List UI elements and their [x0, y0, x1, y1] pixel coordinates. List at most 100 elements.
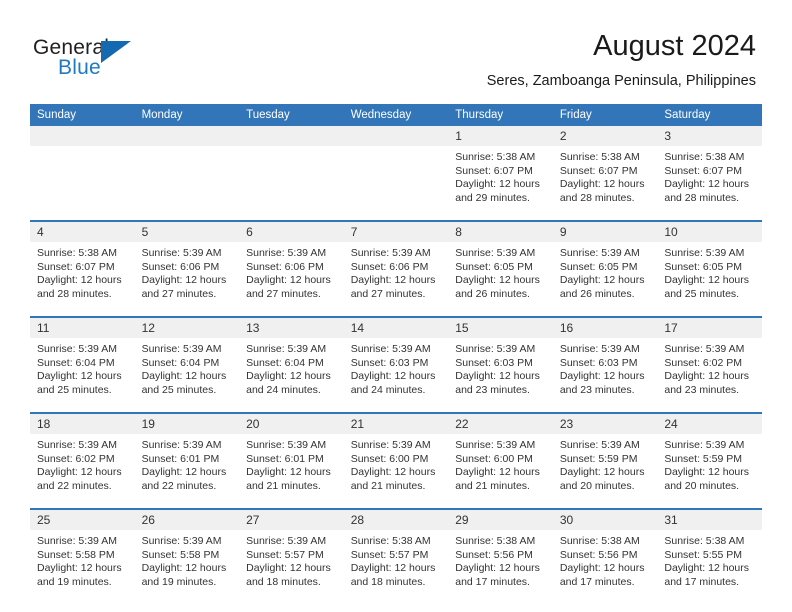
- weekday-header-thursday: Thursday: [448, 104, 553, 126]
- calendar-page: General Blue August 2024 Seres, Zamboang…: [0, 0, 792, 612]
- calendar-cell-day[interactable]: 4 Sunrise: 5:38 AM Sunset: 6:07 PM Daylight…: [30, 220, 135, 316]
- calendar-cell-day[interactable]: 29 Sunrise: 5:38 AM Sunset: 5:56 PM Dayligh…: [448, 508, 553, 604]
- calendar-cell-day[interactable]: 23 Sunrise: 5:39 AM Sunset: 5:59 PM Dayligh…: [552, 412, 658, 508]
- daylight-text-line2: and 21 minutes.: [455, 479, 530, 492]
- daylight-text-line1: Daylight: 12 hours: [246, 370, 331, 383]
- calendar-week-row: 4 Sunrise: 5:38 AM Sunset: 6:07 PM Daylight…: [30, 220, 762, 316]
- day-details: Sunrise: 5:39 AM Sunset: 6:00 PM Daylight:…: [344, 434, 449, 508]
- daylight-text-line2: and 21 minutes.: [246, 479, 321, 492]
- day-number: 2: [552, 126, 658, 146]
- calendar-cell-day[interactable]: 8 Sunrise: 5:39 AM Sunset: 6:05 PM Daylight…: [448, 220, 553, 316]
- day-number: 8: [448, 220, 553, 242]
- day-details: Sunrise: 5:38 AM Sunset: 6:07 PM Daylight:…: [553, 146, 658, 220]
- sunrise-text: Sunrise: 5:39 AM: [455, 247, 536, 259]
- day-details: Sunrise: 5:39 AM Sunset: 6:06 PM Daylight:…: [135, 242, 240, 316]
- calendar-cell-day[interactable]: 31 Sunrise: 5:38 AM Sunset: 5:55 PM Dayligh…: [657, 508, 762, 604]
- sunset-text: Sunset: 6:07 PM: [37, 260, 115, 273]
- sunrise-text: Sunrise: 5:38 AM: [559, 151, 640, 163]
- calendar-week-row: 1 Sunrise: 5:38 AM Sunset: 6:07 PM Daylight…: [30, 126, 762, 220]
- calendar-cell-day[interactable]: 9 Sunrise: 5:39 AM Sunset: 6:05 PM Daylight…: [552, 220, 658, 316]
- calendar-cell-day[interactable]: 2 Sunrise: 5:38 AM Sunset: 6:07 PM Daylight…: [552, 126, 658, 220]
- calendar-cell-day[interactable]: 17 Sunrise: 5:39 AM Sunset: 6:02 PM Dayligh…: [657, 316, 762, 412]
- daylight-text-line1: Daylight: 12 hours: [664, 466, 750, 479]
- day-number: 10: [657, 220, 762, 242]
- day-number: 27: [239, 508, 344, 530]
- day-number: 23: [552, 412, 658, 434]
- day-details: Sunrise: 5:38 AM Sunset: 5:56 PM Daylight:…: [553, 530, 658, 604]
- calendar-cell-day[interactable]: 27 Sunrise: 5:39 AM Sunset: 5:57 PM Dayligh…: [239, 508, 344, 604]
- calendar-cell-day[interactable]: 28 Sunrise: 5:38 AM Sunset: 5:57 PM Dayligh…: [343, 508, 449, 604]
- sunrise-text: Sunrise: 5:39 AM: [141, 535, 222, 547]
- sunrise-text: Sunrise: 5:39 AM: [559, 247, 640, 259]
- sunset-text: Sunset: 6:00 PM: [455, 452, 533, 465]
- calendar-cell-day[interactable]: 10 Sunrise: 5:39 AM Sunset: 6:05 PM Dayligh…: [657, 220, 762, 316]
- day-number: 26: [134, 508, 240, 530]
- calendar-cell-day[interactable]: 11 Sunrise: 5:39 AM Sunset: 6:04 PM Dayligh…: [30, 316, 135, 412]
- sunset-text: Sunset: 6:00 PM: [350, 452, 429, 465]
- calendar-cell-day[interactable]: 19 Sunrise: 5:39 AM Sunset: 6:01 PM Dayligh…: [134, 412, 240, 508]
- sunset-text: Sunset: 6:07 PM: [664, 164, 743, 177]
- calendar-week-row: 11 Sunrise: 5:39 AM Sunset: 6:04 PM Dayligh…: [30, 316, 762, 412]
- day-details: [239, 146, 344, 220]
- calendar-cell-day[interactable]: 20 Sunrise: 5:39 AM Sunset: 6:01 PM Dayligh…: [239, 412, 344, 508]
- calendar-cell-day[interactable]: 25 Sunrise: 5:39 AM Sunset: 5:58 PM Dayligh…: [30, 508, 135, 604]
- calendar-cell-day[interactable]: 30 Sunrise: 5:38 AM Sunset: 5:56 PM Dayligh…: [552, 508, 658, 604]
- day-number: 28: [343, 508, 449, 530]
- day-details: Sunrise: 5:39 AM Sunset: 6:03 PM Daylight:…: [553, 338, 658, 412]
- calendar-cell-day[interactable]: 18 Sunrise: 5:39 AM Sunset: 6:02 PM Dayligh…: [30, 412, 135, 508]
- calendar-cell-empty: [343, 126, 449, 220]
- day-details: Sunrise: 5:39 AM Sunset: 5:59 PM Daylight:…: [553, 434, 658, 508]
- daylight-text-line1: Daylight: 12 hours: [350, 466, 436, 479]
- daylight-text-line1: Daylight: 12 hours: [455, 370, 540, 383]
- weekday-header-wednesday: Wednesday: [343, 104, 449, 126]
- sunset-text: Sunset: 6:02 PM: [664, 356, 743, 369]
- sunset-text: Sunset: 5:59 PM: [664, 452, 743, 465]
- calendar-cell-day[interactable]: 5 Sunrise: 5:39 AM Sunset: 6:06 PM Daylight…: [134, 220, 240, 316]
- day-details: Sunrise: 5:39 AM Sunset: 6:04 PM Daylight:…: [30, 338, 135, 412]
- calendar-cell-empty: [134, 126, 240, 220]
- sunrise-text: Sunrise: 5:38 AM: [350, 535, 431, 547]
- calendar-cell-day[interactable]: 3 Sunrise: 5:38 AM Sunset: 6:07 PM Daylight…: [657, 126, 762, 220]
- calendar-cell-day[interactable]: 14 Sunrise: 5:39 AM Sunset: 6:03 PM Dayligh…: [343, 316, 449, 412]
- sunset-text: Sunset: 5:57 PM: [350, 548, 429, 561]
- day-details: Sunrise: 5:38 AM Sunset: 6:07 PM Daylight:…: [448, 146, 553, 220]
- weekday-header-sunday: Sunday: [30, 104, 135, 126]
- day-number: 30: [552, 508, 658, 530]
- calendar-cell-day[interactable]: 12 Sunrise: 5:39 AM Sunset: 6:04 PM Dayligh…: [134, 316, 240, 412]
- sunset-text: Sunset: 6:01 PM: [141, 452, 220, 465]
- calendar-cell-day[interactable]: 16 Sunrise: 5:39 AM Sunset: 6:03 PM Dayligh…: [552, 316, 658, 412]
- calendar-cell-day[interactable]: 1 Sunrise: 5:38 AM Sunset: 6:07 PM Daylight…: [448, 126, 553, 220]
- brand-logo[interactable]: General Blue: [33, 36, 213, 88]
- daylight-text-line2: and 18 minutes.: [246, 575, 321, 588]
- calendar-cell-day[interactable]: 24 Sunrise: 5:39 AM Sunset: 5:59 PM Dayligh…: [657, 412, 762, 508]
- sunrise-text: Sunrise: 5:38 AM: [455, 535, 536, 547]
- weekday-header: Sunday Monday Tuesday Wednesday Thursday Frid…: [30, 104, 762, 126]
- daylight-text-line1: Daylight: 12 hours: [141, 274, 227, 287]
- calendar-cell-day[interactable]: 6 Sunrise: 5:39 AM Sunset: 6:06 PM Daylight…: [239, 220, 344, 316]
- daylight-text-line2: and 24 minutes.: [350, 383, 426, 396]
- sunrise-text: Sunrise: 5:39 AM: [350, 343, 431, 355]
- daylight-text-line1: Daylight: 12 hours: [664, 274, 750, 287]
- sunset-text: Sunset: 6:07 PM: [455, 164, 533, 177]
- calendar-cell-day[interactable]: 13 Sunrise: 5:39 AM Sunset: 6:04 PM Dayligh…: [239, 316, 344, 412]
- sunrise-text: Sunrise: 5:39 AM: [141, 247, 222, 259]
- sunrise-text: Sunrise: 5:38 AM: [559, 535, 640, 547]
- daylight-text-line2: and 19 minutes.: [37, 575, 112, 588]
- day-details: Sunrise: 5:38 AM Sunset: 6:07 PM Daylight:…: [657, 146, 762, 220]
- sunset-text: Sunset: 6:06 PM: [141, 260, 220, 273]
- daylight-text-line1: Daylight: 12 hours: [559, 562, 645, 575]
- day-number: 11: [30, 316, 135, 338]
- day-details: Sunrise: 5:39 AM Sunset: 6:03 PM Daylight:…: [344, 338, 449, 412]
- sunset-text: Sunset: 6:05 PM: [664, 260, 743, 273]
- sunrise-text: Sunrise: 5:39 AM: [664, 439, 745, 451]
- calendar-cell-day[interactable]: 15 Sunrise: 5:39 AM Sunset: 6:03 PM Dayligh…: [448, 316, 553, 412]
- calendar-cell-empty: [239, 126, 344, 220]
- calendar-cell-day[interactable]: 22 Sunrise: 5:39 AM Sunset: 6:00 PM Dayligh…: [448, 412, 553, 508]
- calendar-cell-day[interactable]: 7 Sunrise: 5:39 AM Sunset: 6:06 PM Daylight…: [343, 220, 449, 316]
- calendar-cell-day[interactable]: 21 Sunrise: 5:39 AM Sunset: 6:00 PM Dayligh…: [343, 412, 449, 508]
- day-number: 7: [343, 220, 449, 242]
- daylight-text-line2: and 27 minutes.: [350, 287, 426, 300]
- calendar-cell-day[interactable]: 26 Sunrise: 5:39 AM Sunset: 5:58 PM Dayligh…: [134, 508, 240, 604]
- sunrise-text: Sunrise: 5:39 AM: [246, 247, 327, 259]
- page-header: General Blue August 2024 Seres, Zamboang…: [0, 0, 792, 104]
